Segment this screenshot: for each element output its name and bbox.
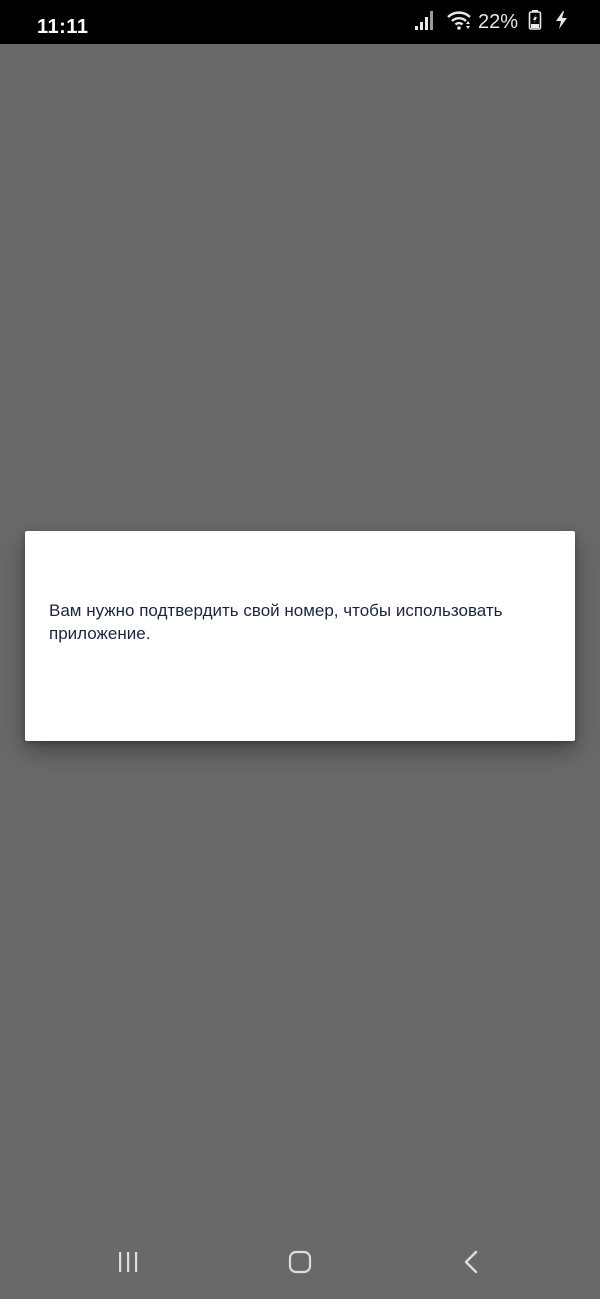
signal-icon (414, 9, 436, 36)
wifi-icon (446, 9, 472, 36)
charging-bolt-icon (552, 9, 572, 36)
recent-apps-icon (116, 1250, 140, 1279)
recent-apps-button[interactable] (108, 1249, 148, 1279)
status-icons: 22% (404, 0, 572, 44)
status-bar: 11:11 22% (0, 0, 600, 44)
verification-dialog: Вам нужно подтвердить свой номер, чтобы … (25, 531, 575, 741)
navigation-bar (0, 1235, 600, 1299)
back-button[interactable] (452, 1249, 492, 1279)
status-time: 11:11 (37, 16, 89, 38)
battery-icon (528, 9, 542, 36)
battery-percent: 22% (477, 10, 518, 33)
home-icon (288, 1250, 312, 1279)
home-button[interactable] (280, 1249, 320, 1279)
dialog-message: Вам нужно подтвердить свой номер, чтобы … (49, 601, 503, 643)
back-chevron-icon (460, 1250, 484, 1279)
